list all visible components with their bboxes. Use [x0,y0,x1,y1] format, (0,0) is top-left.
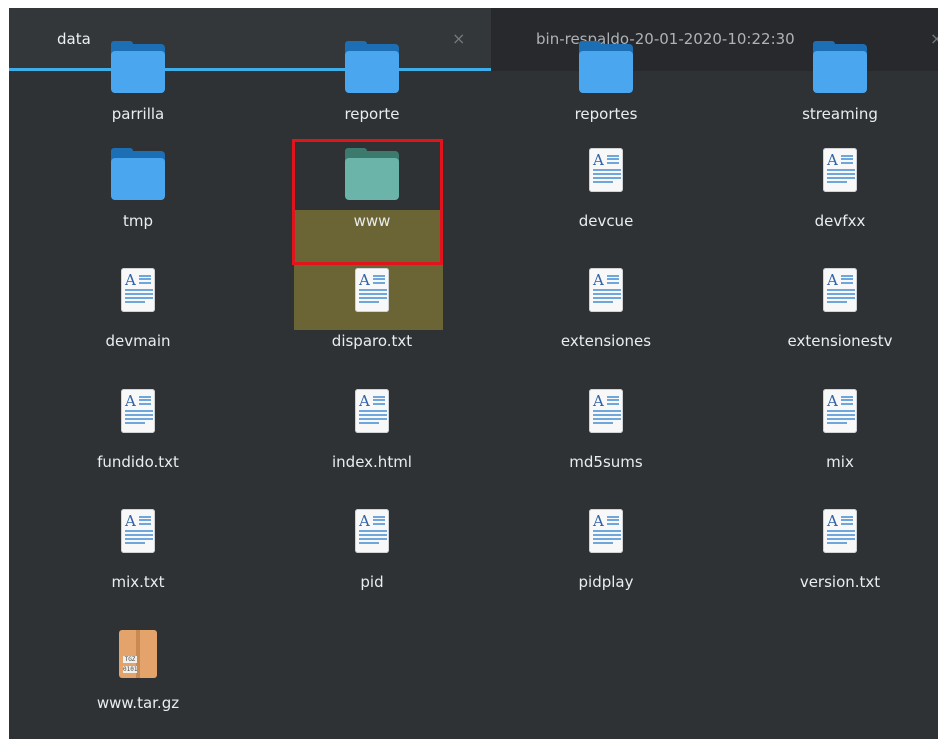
glyph: A [125,271,136,289]
item-label: devcue [578,212,634,230]
file-item[interactable]: TGZ 0101 www.tar.gz [23,610,253,733]
archive-icon: TGZ 0101 [109,630,167,682]
text-file-icon: A [109,268,167,320]
glyph: A [125,512,136,530]
item-label: reporte [344,105,400,123]
tab-label: data [57,30,91,48]
glyph: A [827,151,838,169]
file-item[interactable]: Apid [257,489,487,612]
item-label: md5sums [569,453,643,471]
glyph: A [359,271,370,289]
text-file-icon: A [577,389,635,441]
glyph: A [593,271,604,289]
item-label: extensiones [560,332,652,350]
item-label: tmp [122,212,153,230]
archive-tag: TGZ [123,656,137,663]
file-item[interactable]: Amix.txt [23,489,253,612]
item-label: disparo.txt [331,332,413,350]
file-item[interactable]: Apidplay [491,489,721,612]
text-file-icon: A [577,509,635,561]
text-file-icon: A [577,268,635,320]
folder-item[interactable]: tmp [23,128,253,251]
text-file-icon: A [811,389,869,441]
glyph: A [827,392,838,410]
item-label: extensionestv [787,332,893,350]
item-label: version.txt [799,573,881,591]
item-label: reportes [574,105,638,123]
file-item[interactable]: Adevmain [23,248,253,371]
folder-icon [109,41,167,93]
close-icon[interactable]: × [930,29,938,48]
folder-icon [109,148,167,200]
item-label: pidplay [578,573,634,591]
icon-view[interactable]: parrilla reporte reportes streaming tmp www Ad… [9,41,938,739]
text-file-icon: A [343,389,401,441]
file-item[interactable]: Adevcue [491,128,721,251]
glyph: A [827,512,838,530]
folder-icon [577,41,635,93]
text-file-icon: A [811,268,869,320]
glyph: A [827,271,838,289]
item-label: devmain [105,332,171,350]
text-file-icon: A [811,509,869,561]
highlight-box [292,139,443,265]
text-file-icon: A [811,148,869,200]
glyph: A [359,512,370,530]
archive-tag: 0101 [123,666,138,673]
item-label: pid [360,573,384,591]
file-manager-window: data × bin-respaldo-20-01-2020-10:22:30 … [9,8,938,739]
text-file-icon: A [109,509,167,561]
item-label: devfxx [814,212,866,230]
file-item[interactable]: Amd5sums [491,369,721,492]
glyph: A [359,392,370,410]
text-file-icon: A [343,268,401,320]
file-item[interactable]: Aextensionestv [725,248,938,371]
glyph: A [593,151,604,169]
glyph: A [125,392,136,410]
text-file-icon: A [343,509,401,561]
tab-label: bin-respaldo-20-01-2020-10:22:30 [536,30,795,48]
tab-bin-respaldo[interactable]: bin-respaldo-20-01-2020-10:22:30 × [491,8,938,71]
tab-data[interactable]: data × [9,8,491,71]
folder-icon [811,41,869,93]
folder-icon [343,41,401,93]
file-item[interactable]: Afundido.txt [23,369,253,492]
item-label: mix [826,453,854,471]
item-label: index.html [332,453,412,471]
text-file-icon: A [577,148,635,200]
file-item[interactable]: Amix [725,369,938,492]
file-item[interactable]: Aindex.html [257,369,487,492]
close-icon[interactable]: × [452,29,465,48]
file-item[interactable]: Adisparo.txt [257,248,487,371]
file-item[interactable]: Aextensiones [491,248,721,371]
item-label: www.tar.gz [96,694,180,712]
file-item[interactable]: Aversion.txt [725,489,938,612]
item-label: streaming [802,105,878,123]
item-label: parrilla [111,105,165,123]
text-file-icon: A [109,389,167,441]
file-item[interactable]: Adevfxx [725,128,938,251]
item-label: fundido.txt [97,453,179,471]
glyph: A [593,392,604,410]
item-label: mix.txt [111,573,165,591]
glyph: A [593,512,604,530]
